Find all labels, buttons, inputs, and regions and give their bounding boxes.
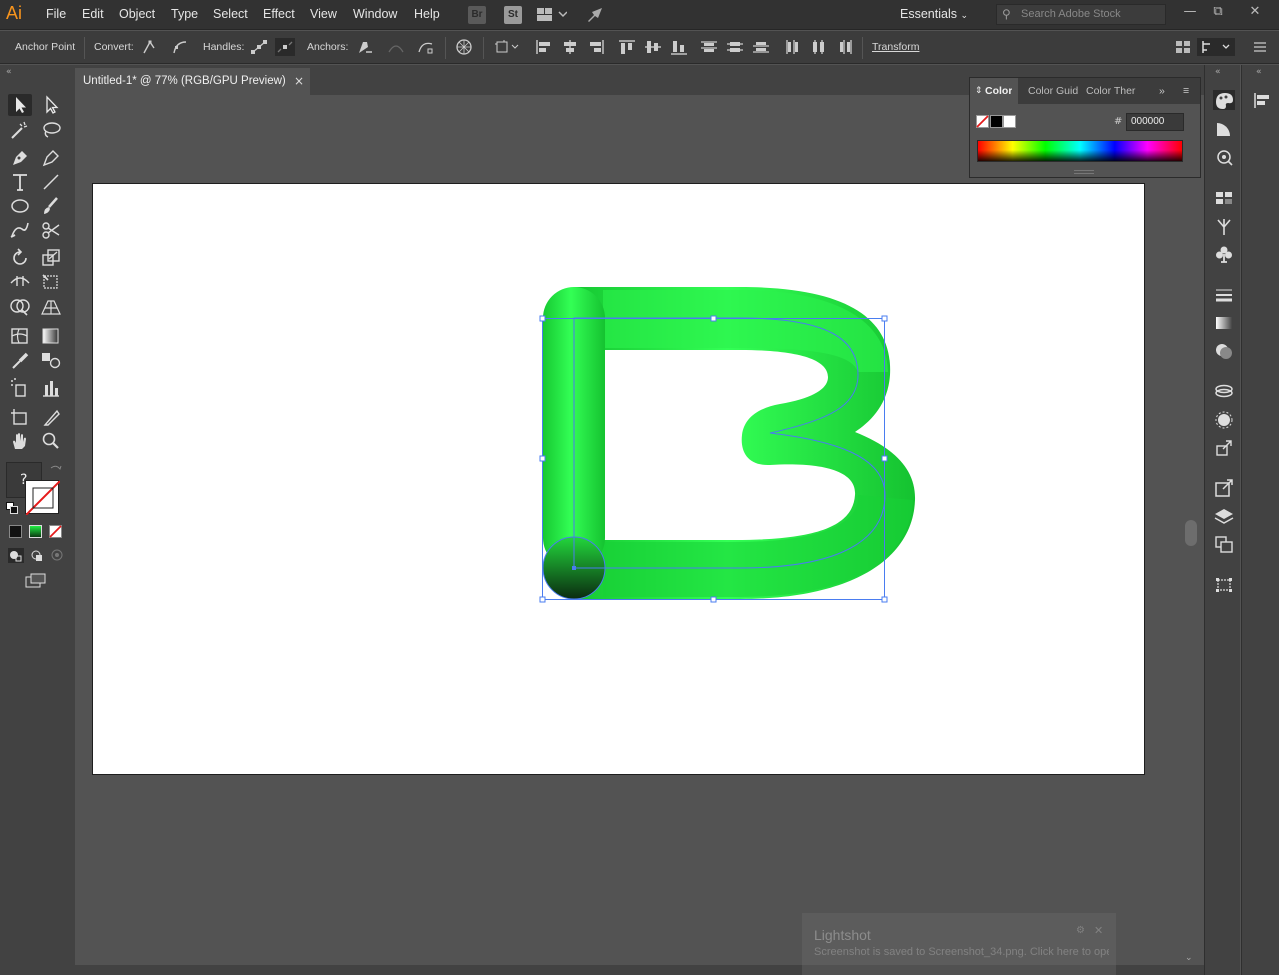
tab-arrows-icon: ⇕ <box>975 85 983 95</box>
transform-panel-icon[interactable] <box>1213 575 1235 595</box>
graphic-styles-icon[interactable] <box>1213 410 1235 430</box>
anchor-point[interactable] <box>572 566 576 570</box>
color-panel-tabs: ⇕ Color Color Guid Color Ther » ≡ <box>970 78 1200 104</box>
notification-close-icon[interactable]: ✕ <box>1094 924 1103 937</box>
notification-title: Lightshot <box>814 927 871 943</box>
asset-export-icon[interactable] <box>1213 438 1235 458</box>
color-panel-icon[interactable] <box>1213 90 1235 110</box>
lightshot-notification[interactable]: Lightshot Screenshot is saved to Screens… <box>802 913 1116 975</box>
panel-options-icon[interactable]: ≡ <box>1183 85 1189 97</box>
symbols-icon[interactable] <box>1213 244 1235 264</box>
align-panel-icon[interactable] <box>1251 90 1273 110</box>
panel-dock-strip-secondary: « <box>1241 65 1279 975</box>
black-swatch[interactable] <box>990 115 1003 128</box>
notification-settings-icon[interactable]: ⚙ <box>1076 925 1085 936</box>
notification-message: Screenshot is saved to Screenshot_34.png… <box>814 946 1109 958</box>
tab-color-guide[interactable]: Color Guid <box>1028 85 1078 97</box>
layers-icon[interactable] <box>1213 506 1235 526</box>
vertical-scrollbar-thumb[interactable] <box>1185 520 1197 546</box>
swatches-icon[interactable] <box>1213 188 1235 208</box>
color-themes-icon[interactable] <box>1213 147 1235 167</box>
expand-panel-icon[interactable]: » <box>1159 85 1165 97</box>
color-guide-icon[interactable] <box>1213 119 1235 139</box>
artboards-icon[interactable] <box>1213 534 1235 554</box>
panel-dock-strip: « <box>1204 65 1240 975</box>
color-spectrum[interactable] <box>977 140 1183 162</box>
white-swatch[interactable] <box>1003 115 1016 128</box>
spectrum-shade <box>978 141 1182 161</box>
stroke-panel-icon[interactable] <box>1213 285 1235 305</box>
collapse-dock-icon[interactable]: « <box>1256 67 1262 77</box>
letter-b-artwork[interactable] <box>543 287 916 599</box>
export-icon[interactable] <box>1213 478 1235 498</box>
color-panel: ⇕ Color Color Guid Color Ther » ≡ # 0000… <box>969 77 1201 178</box>
gradient-panel-icon[interactable] <box>1213 313 1235 333</box>
hex-input[interactable]: 000000 <box>1126 113 1184 131</box>
tab-color-themes[interactable]: Color Ther <box>1086 85 1136 97</box>
resize-grip[interactable] <box>1074 170 1094 174</box>
appearance-icon[interactable] <box>1213 382 1235 402</box>
hex-label: # <box>1114 116 1123 127</box>
collapse-dock-icon[interactable]: « <box>1215 67 1221 77</box>
scroll-down-icon[interactable]: ⌄ <box>1185 953 1193 963</box>
tab-color-label: Color <box>985 85 1013 97</box>
brushes-icon[interactable] <box>1213 216 1235 236</box>
transparency-icon[interactable] <box>1213 341 1235 361</box>
none-swatch[interactable] <box>976 115 989 128</box>
